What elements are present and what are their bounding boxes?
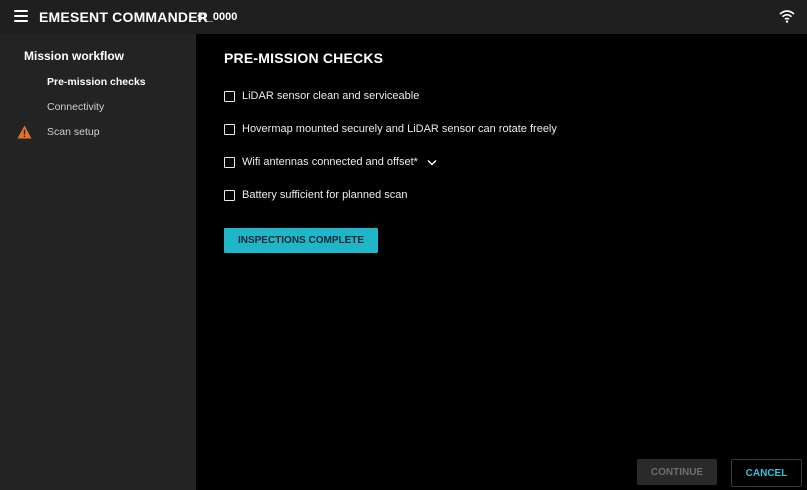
checkbox[interactable] [224, 123, 235, 135]
page-title: PRE-MISSION CHECKS [224, 50, 384, 66]
sidebar-item-pre-mission-checks[interactable]: Pre-mission checks [47, 76, 146, 88]
check-battery[interactable]: Battery sufficient for planned scan [224, 189, 408, 201]
sidebar-heading: Mission workflow [24, 49, 125, 63]
sidebar-item-connectivity[interactable]: Connectivity [47, 101, 104, 113]
device-id: st_0000 [197, 11, 238, 23]
wifi-icon[interactable] [779, 9, 795, 23]
chevron-down-icon[interactable] [427, 159, 437, 166]
checkbox[interactable] [224, 90, 235, 102]
top-app-bar: EMESENT COMMANDER st_0000 [0, 0, 807, 34]
cancel-button[interactable]: CANCEL [731, 459, 802, 487]
check-label: Hovermap mounted securely and LiDAR sens… [242, 123, 557, 135]
check-label: Wifi antennas connected and offset* [242, 156, 418, 168]
check-lidar-clean[interactable]: LiDAR sensor clean and serviceable [224, 90, 419, 102]
sidebar: Mission workflow Pre-mission checks Conn… [0, 34, 196, 490]
checkbox[interactable] [224, 156, 235, 168]
warning-icon [17, 125, 32, 139]
sidebar-item-scan-setup[interactable]: Scan setup [47, 126, 100, 138]
check-hovermap-mounted[interactable]: Hovermap mounted securely and LiDAR sens… [224, 123, 557, 135]
check-label: LiDAR sensor clean and serviceable [242, 90, 420, 102]
app-title: EMESENT COMMANDER [39, 9, 209, 25]
inspections-complete-button[interactable]: INSPECTIONS COMPLETE [224, 228, 378, 253]
checkbox[interactable] [224, 189, 235, 201]
check-wifi-antennas[interactable]: Wifi antennas connected and offset* [224, 156, 437, 168]
main-content: PRE-MISSION CHECKS LiDAR sensor clean an… [196, 34, 807, 490]
hamburger-menu-icon[interactable] [14, 10, 28, 22]
continue-button[interactable]: CONTINUE [637, 459, 717, 485]
check-label: Battery sufficient for planned scan [242, 189, 408, 201]
